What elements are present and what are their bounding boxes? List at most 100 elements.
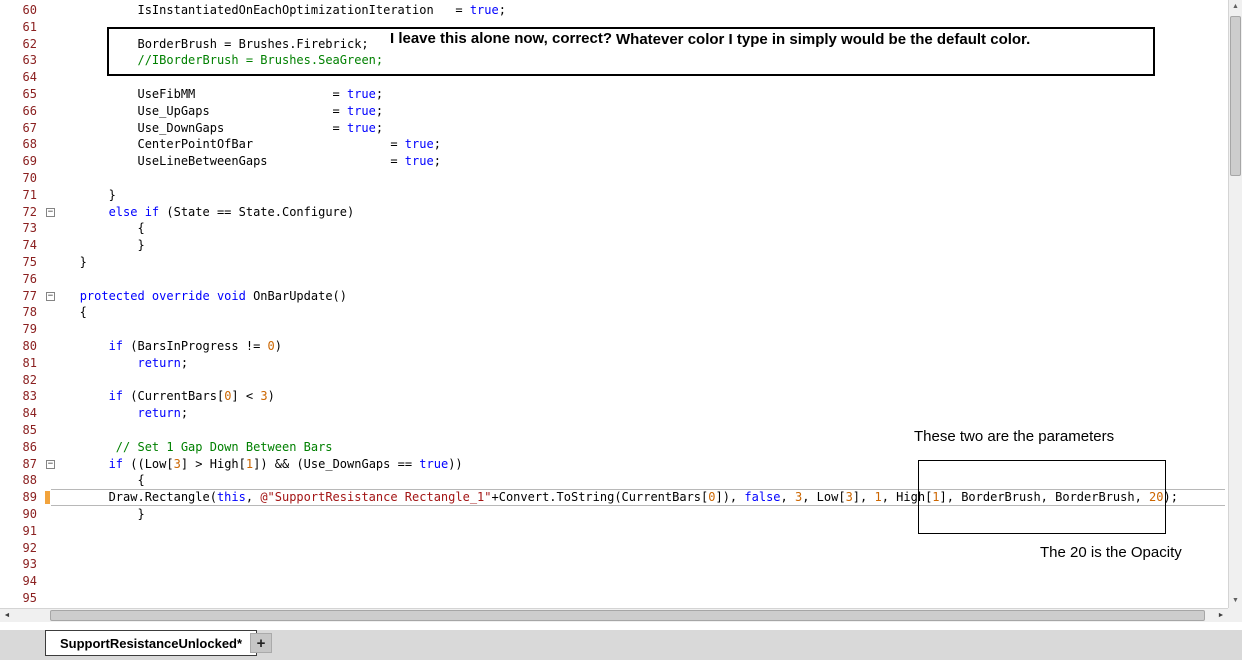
code-line[interactable]: 77− protected override void OnBarUpdate(… (0, 288, 1228, 305)
code-line[interactable]: 74 } (0, 237, 1228, 254)
code-text: { (58, 305, 87, 320)
code-line[interactable]: 71 } (0, 187, 1228, 204)
fold-column (45, 254, 58, 271)
scrollbar-corner (1228, 608, 1242, 622)
tab-supportresistanceunlocked[interactable]: SupportResistanceUnlocked* (45, 630, 258, 656)
vertical-scrollbar-thumb[interactable] (1230, 16, 1241, 176)
fold-column (45, 220, 58, 237)
code-line[interactable]: 83 if (CurrentBars[0] < 3) (0, 388, 1228, 405)
fold-column (45, 405, 58, 422)
code-line[interactable]: 67 Use_DownGaps = true; (0, 120, 1228, 137)
line-number: 93 (22, 557, 37, 572)
fold-column (45, 19, 58, 36)
code-line[interactable]: 94 (0, 573, 1228, 590)
line-number: 73 (22, 221, 37, 236)
code-text: Use_DownGaps = true; (58, 120, 384, 135)
code-text: } (58, 254, 87, 269)
code-line[interactable]: 69 UseLineBetweenGaps = true; (0, 153, 1228, 170)
line-number: 85 (22, 422, 37, 437)
code-line[interactable]: 60 IsInstantiatedOnEachOptimizationItera… (0, 2, 1228, 19)
fold-column (45, 372, 58, 389)
scroll-down-icon[interactable]: ▼ (1229, 594, 1242, 608)
fold-column (45, 590, 58, 607)
code-line[interactable]: 70 (0, 170, 1228, 187)
line-number: 77 (22, 288, 37, 303)
line-number: 69 (22, 154, 37, 169)
fold-column (45, 187, 58, 204)
code-line[interactable]: 66 Use_UpGaps = true; (0, 103, 1228, 120)
fold-column (45, 52, 58, 69)
line-number: 67 (22, 120, 37, 135)
code-line[interactable]: 65 UseFibMM = true; (0, 86, 1228, 103)
code-text: else if (State == State.Configure) (108, 204, 355, 219)
code-text: return; (137, 355, 189, 370)
code-line[interactable]: 80 if (BarsInProgress != 0) (0, 338, 1228, 355)
line-number: 87 (22, 456, 37, 471)
code-line[interactable]: 76 (0, 271, 1228, 288)
fold-column: − (45, 456, 58, 473)
tab-bar: SupportResistanceUnlocked* + (0, 630, 1242, 660)
bottom-gap-strip (0, 622, 1242, 630)
code-editor-window: 60 IsInstantiatedOnEachOptimizationItera… (0, 0, 1242, 660)
fold-column (45, 271, 58, 288)
code-text: return; (137, 406, 189, 421)
horizontal-scrollbar[interactable]: ◄ ► (0, 608, 1228, 622)
code-line[interactable]: 78 { (0, 304, 1228, 321)
code-line[interactable]: 73 { (0, 220, 1228, 237)
annotation-note-parameters: These two are the parameters (914, 428, 1115, 445)
fold-column (45, 540, 58, 557)
horizontal-scrollbar-thumb[interactable] (50, 610, 1205, 621)
fold-column (45, 439, 58, 456)
annotation-box-parameters (918, 460, 1166, 534)
line-number: 72 (22, 204, 37, 219)
collapse-region-icon[interactable]: − (46, 459, 55, 469)
vertical-scrollbar[interactable]: ▲ ▼ (1228, 0, 1242, 608)
code-text: { (58, 221, 145, 236)
annotation-note-2: Whatever color I type in simply would be… (616, 31, 1031, 48)
code-editor[interactable]: 60 IsInstantiatedOnEachOptimizationItera… (0, 0, 1228, 608)
code-line[interactable]: 95 (0, 590, 1228, 607)
fold-column (45, 388, 58, 405)
line-number: 86 (22, 439, 37, 454)
fold-column (45, 153, 58, 170)
code-line[interactable]: 79 (0, 321, 1228, 338)
line-number: 71 (22, 187, 37, 202)
fold-column (45, 170, 58, 187)
fold-column (45, 86, 58, 103)
line-number: 63 (22, 53, 37, 68)
fold-column (45, 69, 58, 86)
line-number: 66 (22, 103, 37, 118)
new-tab-button[interactable]: + (250, 633, 272, 653)
code-line[interactable]: 75 } (0, 254, 1228, 271)
code-line[interactable]: 72− else if (State == State.Configure) (0, 204, 1228, 221)
scroll-up-icon[interactable]: ▲ (1229, 0, 1242, 14)
scroll-left-icon[interactable]: ◄ (0, 609, 14, 622)
fold-column (45, 136, 58, 153)
fold-column (45, 321, 58, 338)
collapse-region-icon[interactable]: − (46, 291, 55, 301)
code-line[interactable]: 68 CenterPointOfBar = true; (0, 136, 1228, 153)
code-line[interactable]: 81 return; (0, 355, 1228, 372)
annotation-note-opacity: The 20 is the Opacity (1040, 544, 1182, 561)
code-text: IsInstantiatedOnEachOptimizationIteratio… (58, 3, 506, 17)
line-number: 84 (22, 406, 37, 421)
collapse-region-icon[interactable]: − (46, 207, 55, 217)
code-text: if (BarsInProgress != 0) (108, 338, 282, 353)
line-number: 70 (22, 170, 37, 185)
fold-column (45, 472, 58, 489)
code-line[interactable]: 84 return; (0, 405, 1228, 422)
line-number: 89 (22, 490, 37, 505)
scroll-right-icon[interactable]: ► (1214, 609, 1228, 622)
fold-column: − (45, 288, 58, 305)
code-text: } (58, 187, 116, 202)
code-text: UseFibMM = true; (58, 86, 384, 101)
line-number: 94 (22, 574, 37, 589)
line-number: 61 (22, 19, 37, 34)
fold-column (45, 556, 58, 573)
line-number: 81 (22, 355, 37, 370)
code-line[interactable]: 82 (0, 372, 1228, 389)
